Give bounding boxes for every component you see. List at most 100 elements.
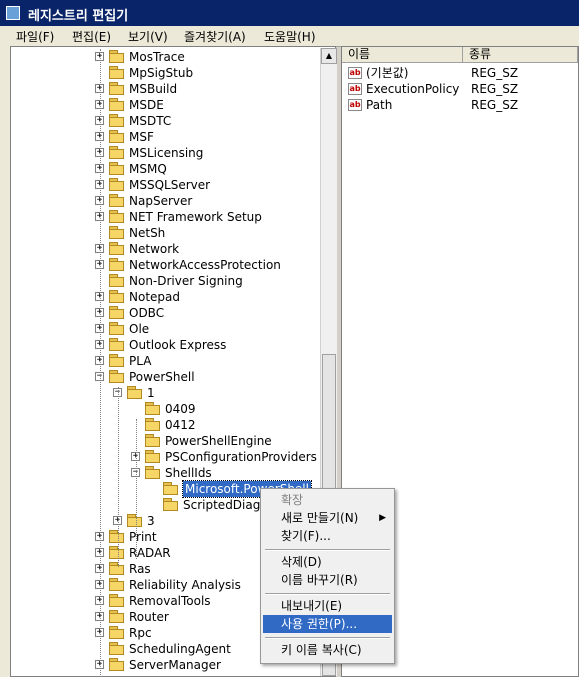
- folder-icon: [109, 226, 125, 239]
- scroll-up-arrow-icon[interactable]: ▲: [321, 48, 337, 64]
- folder-icon: [109, 338, 125, 351]
- folder-icon: [109, 114, 125, 127]
- tree-node-label: MosTrace: [129, 50, 185, 64]
- folder-icon: [109, 306, 125, 319]
- tree-guide-line: [100, 49, 101, 676]
- menu-item-permissions[interactable]: 사용 권한(P)...: [263, 615, 392, 633]
- tree-node-label: PSConfigurationProviders: [165, 450, 317, 464]
- submenu-arrow-icon: ▶: [379, 513, 386, 523]
- column-header-name[interactable]: 이름: [342, 47, 463, 63]
- tree-node-label: 0409: [165, 402, 196, 416]
- tree-node-label: MSF: [129, 130, 154, 144]
- folder-icon: [109, 322, 125, 335]
- column-header-type[interactable]: 종류: [463, 47, 578, 63]
- tree-node-label: NetSh: [129, 226, 166, 240]
- folder-icon: [109, 642, 125, 655]
- tree-node-label: 1: [147, 386, 155, 400]
- folder-icon: [109, 178, 125, 191]
- menu-separator: [265, 549, 390, 551]
- menu-file[interactable]: 파일(F): [16, 28, 54, 45]
- menu-item-export[interactable]: 내보내기(E): [263, 597, 392, 615]
- tree-guide-line: [136, 419, 137, 559]
- tree-node-label: PowerShell: [129, 370, 195, 384]
- tree-node-label: Ole: [129, 322, 150, 336]
- menu-bar: 파일(F) 편집(E) 보기(V) 즐겨찾기(A) 도움말(H): [0, 26, 579, 47]
- folder-icon: [163, 482, 179, 495]
- value-type: REG_SZ: [471, 82, 519, 96]
- folder-icon: [109, 146, 125, 159]
- tree-node-label: Router: [129, 610, 169, 624]
- folder-icon: [109, 194, 125, 207]
- string-value-icon: ab: [348, 67, 362, 79]
- menu-help[interactable]: 도움말(H): [264, 28, 316, 45]
- folder-icon: [163, 498, 179, 511]
- tree-node-label: MSMQ: [129, 162, 167, 176]
- value-row[interactable]: ab Path REG_SZ: [346, 97, 576, 113]
- tree-node-label: ServerManager: [129, 658, 221, 672]
- folder-icon: [109, 370, 125, 383]
- tree-node-label: Ras: [129, 562, 151, 576]
- menu-item-new-label: 새로 만들기(N): [281, 511, 359, 525]
- folder-icon: [145, 402, 161, 415]
- menu-item-copy-key-name[interactable]: 키 이름 복사(C): [263, 641, 392, 659]
- tree-node-label: ScriptedDiag: [183, 498, 261, 512]
- string-value-icon: ab: [348, 83, 362, 95]
- folder-icon: [109, 66, 125, 79]
- menu-item-rename[interactable]: 이름 바꾸기(R): [263, 571, 392, 589]
- folder-icon: [145, 450, 161, 463]
- menu-item-find[interactable]: 찾기(F)...: [263, 527, 392, 545]
- tree-guide-line: [118, 387, 119, 567]
- tree-node-label: Rpc: [129, 626, 152, 640]
- tree-node-label: RemovalTools: [129, 594, 211, 608]
- tree-node-label: Print: [129, 530, 157, 544]
- menu-favorites[interactable]: 즐겨찾기(A): [184, 28, 246, 45]
- value-name: ExecutionPolicy: [366, 82, 460, 96]
- tree-node-label: MSLicensing: [129, 146, 204, 160]
- menu-view[interactable]: 보기(V): [128, 28, 168, 45]
- value-row[interactable]: ab (기본값) REG_SZ: [346, 65, 576, 81]
- menu-separator: [265, 637, 390, 639]
- tree-node-label: MSBuild: [129, 82, 178, 96]
- folder-icon: [109, 610, 125, 623]
- folder-icon: [145, 434, 161, 447]
- tree-node-label: MSDE: [129, 98, 164, 112]
- folder-icon: [109, 274, 125, 287]
- context-menu: 확장 새로 만들기(N) ▶ 찾기(F)... 삭제(D) 이름 바꾸기(R) …: [260, 488, 395, 664]
- folder-icon: [109, 162, 125, 175]
- string-value-icon: ab: [348, 99, 362, 111]
- tree-node-label: SchedulingAgent: [129, 642, 231, 656]
- tree-node-label: Non-Driver Signing: [129, 274, 243, 288]
- regedit-app-icon: [6, 6, 20, 20]
- tree-node-label: Outlook Express: [129, 338, 227, 352]
- tree-node-label: 0412: [165, 418, 196, 432]
- tree-node-label: Reliability Analysis: [129, 578, 241, 592]
- menu-item-new[interactable]: 새로 만들기(N) ▶: [263, 509, 392, 527]
- folder-icon: [109, 658, 125, 671]
- folder-icon: [109, 242, 125, 255]
- menu-separator: [265, 593, 390, 595]
- tree-node-label: PowerShellEngine: [165, 434, 272, 448]
- tree-node-label: NET Framework Setup: [129, 210, 262, 224]
- folder-icon: [145, 466, 161, 479]
- folder-icon: [109, 354, 125, 367]
- folder-icon: [109, 562, 125, 575]
- tree-node-label: NetworkAccessProtection: [129, 258, 281, 272]
- folder-icon: [109, 626, 125, 639]
- folder-icon: [109, 530, 125, 543]
- value-name: (기본값): [366, 66, 409, 80]
- folder-icon: [127, 514, 143, 527]
- folder-icon: [145, 418, 161, 431]
- value-type: REG_SZ: [471, 66, 519, 80]
- folder-icon: [109, 258, 125, 271]
- folder-icon: [109, 546, 125, 559]
- menu-item-delete[interactable]: 삭제(D): [263, 553, 392, 571]
- tree-node-label: MSSQLServer: [129, 178, 211, 192]
- value-type: REG_SZ: [471, 98, 519, 112]
- folder-icon: [109, 50, 125, 63]
- value-row[interactable]: ab ExecutionPolicy REG_SZ: [346, 81, 576, 97]
- menu-edit[interactable]: 편집(E): [72, 28, 111, 45]
- tree-node-label: Notepad: [129, 290, 180, 304]
- tree-node-label: PLA: [129, 354, 152, 368]
- tree-node-label: MSDTC: [129, 114, 172, 128]
- window-title: 레지스트리 편집기: [28, 9, 129, 24]
